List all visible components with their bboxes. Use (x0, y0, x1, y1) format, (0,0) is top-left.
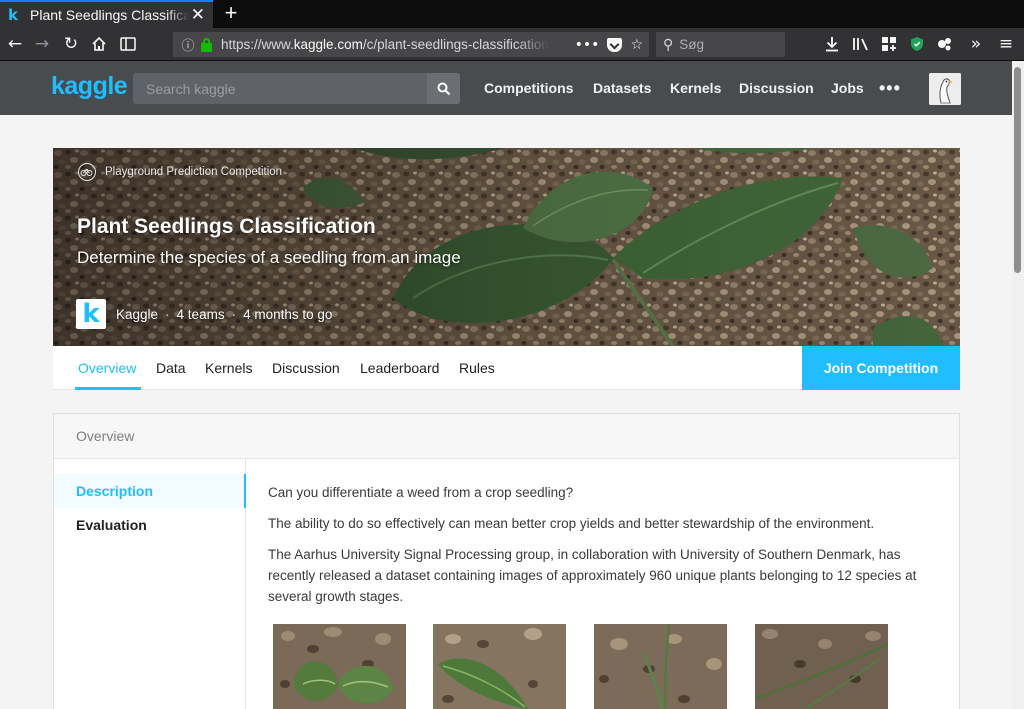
search-icon (437, 82, 450, 95)
home-icon[interactable] (87, 32, 111, 56)
host-name[interactable]: Kaggle (116, 307, 158, 322)
back-arrow-icon[interactable]: ← (3, 32, 27, 56)
tab-data[interactable]: Data (156, 360, 186, 376)
new-tab-button[interactable]: + (220, 0, 242, 26)
paragraph: The Aarhus University Signal Processing … (268, 547, 917, 604)
kaggle-search (133, 73, 460, 104)
seedling-sample-image (273, 624, 406, 709)
kaggle-search-input[interactable] (133, 73, 426, 104)
deadline: 4 months to go (243, 306, 333, 322)
nav-competitions[interactable]: Competitions (484, 80, 573, 96)
scrollbar-thumb[interactable] (1014, 67, 1021, 273)
tab-rules[interactable]: Rules (459, 360, 495, 376)
url-text[interactable]: https://www.kaggle.com/c/plant-seedlings… (221, 37, 549, 52)
browser-toolbar: ← → ↻ ⓘ https://www.kaggle.com/c/plant-s… (0, 28, 1024, 61)
seedling-sample-image (433, 624, 566, 709)
close-tab-icon[interactable]: ✕ (191, 5, 205, 25)
search-icon: ⚲ (663, 36, 674, 53)
browser-tab-bar: k Plant Seedlings Classification ✕ + (0, 0, 1024, 28)
reload-icon[interactable]: ↻ (59, 32, 83, 56)
competition-tabs: Overview Data Kernels Discussion Leaderb… (53, 346, 960, 390)
competition-category: Playground Prediction Competition (78, 163, 282, 181)
category-label: Playground Prediction Competition (105, 166, 283, 178)
seedling-sample-image (755, 624, 888, 709)
grid-extension-icon[interactable] (881, 36, 897, 52)
sidebar-item-description[interactable]: Description (54, 474, 246, 508)
page-scrollbar[interactable] (1012, 61, 1024, 709)
tab-overview[interactable]: Overview (78, 360, 136, 376)
pocket-icon[interactable] (607, 37, 623, 52)
browser-tab[interactable]: k Plant Seedlings Classification ✕ (0, 0, 213, 28)
join-competition-button[interactable]: Join Competition (802, 346, 960, 390)
competition-hero: Playground Prediction Competition Plant … (53, 148, 960, 346)
avatar[interactable] (929, 73, 961, 105)
paragraph: Can you differentiate a weed from a crop… (268, 485, 574, 500)
page-content: Playground Prediction Competition Plant … (0, 115, 1012, 709)
nav-discussion[interactable]: Discussion (739, 80, 814, 96)
paragraph: The ability to do so effectively can mea… (268, 516, 875, 531)
puzzle-extension-icon[interactable] (937, 36, 953, 52)
tab-title: Plant Seedlings Classification (30, 7, 190, 23)
browser-search-placeholder: Søg (679, 37, 705, 52)
browser-search-bar[interactable]: ⚲ Søg (656, 32, 785, 57)
download-icon[interactable] (824, 36, 840, 52)
page-actions-icon[interactable]: ••• (575, 37, 600, 53)
kaggle-header: kaggle Competitions Datasets Kernels Dis… (0, 61, 1012, 115)
lock-icon[interactable] (199, 37, 215, 52)
library-icon[interactable] (852, 36, 868, 52)
nav-kernels[interactable]: Kernels (670, 80, 721, 96)
team-count[interactable]: 4 teams (177, 307, 225, 322)
bicycle-icon (78, 163, 96, 181)
nav-jobs[interactable]: Jobs (831, 80, 864, 96)
tab-leaderboard[interactable]: Leaderboard (360, 360, 439, 376)
info-icon[interactable]: ⓘ (177, 35, 199, 54)
hamburger-menu-icon[interactable]: ≡ (994, 32, 1018, 56)
bookmark-star-icon[interactable]: ☆ (630, 37, 643, 53)
seedling-sample-image (594, 624, 727, 709)
sidebar-item-evaluation[interactable]: Evaluation (54, 508, 246, 542)
kaggle-k-logo-icon[interactable]: k (76, 299, 106, 329)
overview-sidebar: Description Evaluation (54, 459, 246, 709)
forward-arrow-icon[interactable]: → (30, 32, 54, 56)
shield-extension-icon[interactable] (909, 36, 925, 52)
kaggle-favicon-icon: k (8, 6, 18, 24)
nav-more-icon[interactable]: ••• (879, 78, 901, 99)
competition-subtitle: Determine the species of a seedling from… (77, 248, 461, 267)
tab-discussion[interactable]: Discussion (272, 360, 340, 376)
overview-card: Overview Description Evaluation Can you … (53, 413, 960, 709)
search-button[interactable] (427, 73, 460, 104)
nav-datasets[interactable]: Datasets (593, 80, 651, 96)
active-tab-indicator (75, 387, 141, 390)
competition-title: Plant Seedlings Classification (77, 215, 376, 238)
competition-meta: k Kaggle · 4 teams · 4 months to go (76, 299, 332, 329)
overview-header: Overview (54, 414, 959, 459)
sidebar-icon[interactable] (116, 32, 140, 56)
overflow-chevron-icon[interactable]: » (964, 32, 988, 56)
kaggle-logo[interactable]: kaggle (51, 72, 128, 101)
tab-kernels[interactable]: Kernels (205, 360, 252, 376)
url-bar[interactable]: ⓘ https://www.kaggle.com/c/plant-seedlin… (173, 32, 649, 57)
description-text: Can you differentiate a weed from a crop… (268, 482, 928, 617)
